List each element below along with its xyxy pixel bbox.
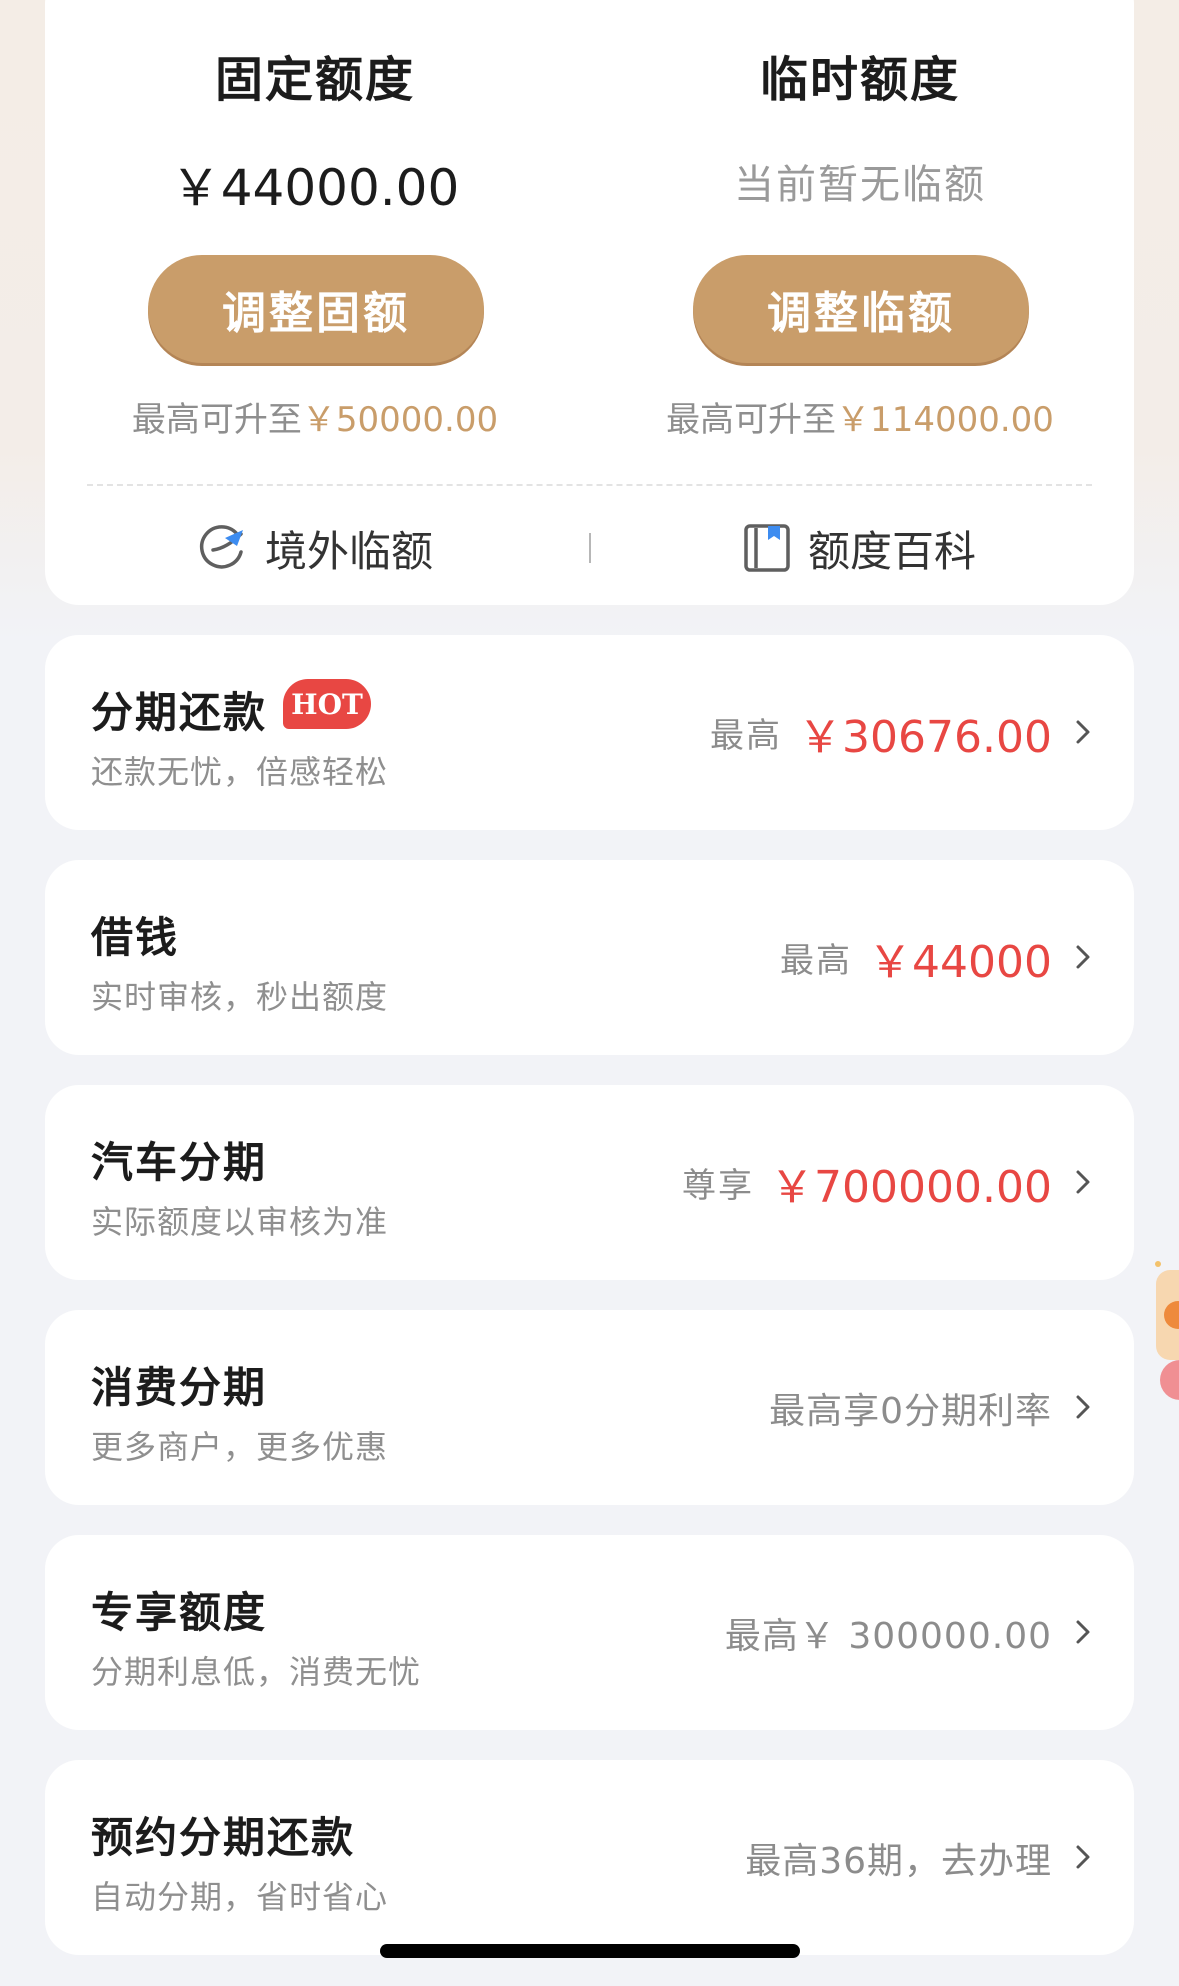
service-limit-value: 最高￥ 300000.00 [724,1615,1052,1657]
service-limit-prefix: 最高 [710,716,783,756]
service-title: 专享额度 [91,1588,268,1637]
service-item-exclusive-quota[interactable]: 专享额度 分期利息低，消费无忧 最高￥ 300000.00 [45,1535,1134,1730]
fixed-quota-max: 最高可升至￥50000.00 [45,392,585,441]
fixed-quota-title: 固定额度 [214,52,415,108]
service-limit: 最高 ￥30676.00 [710,635,1052,830]
service-subtitle: 实际额度以审核为准 [91,1203,389,1241]
service-title: 预约分期还款 [91,1813,356,1862]
chevron-right-icon [1076,1395,1090,1419]
service-limit-value: ￥700000.00 [770,1161,1052,1213]
service-title: 借钱 [91,913,180,962]
service-subtitle: 自动分期，省时省心 [91,1878,389,1916]
chevron-right-icon [1076,1170,1090,1194]
chevron-right-icon [1076,720,1090,744]
service-item-borrow[interactable]: 借钱 实时审核，秒出额度 最高 ￥44000 [45,860,1134,1055]
service-limit: 最高￥ 300000.00 [725,1535,1052,1730]
globe-plane-icon [197,522,249,574]
temp-quota-title: 临时额度 [759,52,960,108]
service-limit-value: ￥30676.00 [798,711,1052,763]
quota-encyclopedia-label: 额度百科 [808,526,977,576]
chevron-right-icon [1076,945,1090,969]
service-limit: 最高享0分期利率 [769,1310,1052,1505]
adjust-fixed-quota-button[interactable]: 调整固额 [148,255,484,363]
service-subtitle: 分期利息低，消费无忧 [91,1653,422,1691]
service-title: 分期还款 [91,688,268,737]
divider [87,484,1092,486]
fixed-quota-max-value: ￥50000.00 [301,400,499,440]
service-limit: 最高36期，去办理 [745,1760,1052,1955]
service-item-scheduled-installment[interactable]: 预约分期还款 自动分期，省时省心 最高36期，去办理 [45,1760,1134,1955]
service-limit-prefix: 最高 [780,941,853,981]
service-title: 汽车分期 [91,1138,268,1187]
chevron-right-icon [1076,1620,1090,1644]
hot-badge: HOT [283,679,371,729]
tool-separator [589,533,591,563]
temp-quota-max-value: ￥114000.00 [836,400,1054,440]
service-subtitle: 实时审核，秒出额度 [91,978,389,1016]
overseas-temp-quota-link[interactable]: 境外临额 [197,518,433,578]
quota-card: 固定额度 ￥44000.00 调整固额 最高可升至￥50000.00 临时额度 … [45,0,1134,605]
adjust-temp-quota-button[interactable]: 调整临额 [693,255,1029,363]
chevron-right-icon [1076,1845,1090,1869]
temp-quota-max: 最高可升至￥114000.00 [590,392,1130,441]
service-subtitle: 更多商户，更多优惠 [91,1428,389,1466]
service-limit-value: 最高享0分期利率 [769,1390,1052,1432]
temp-quota-status: 当前暂无临额 [734,162,986,208]
service-limit-value: 最高36期，去办理 [745,1840,1052,1882]
quota-encyclopedia-link[interactable]: 额度百科 [742,518,976,578]
service-item-car-installment[interactable]: 汽车分期 实际额度以审核为准 尊享 ￥700000.00 [45,1085,1134,1280]
book-icon [742,522,792,574]
service-item-consumer-installment[interactable]: 消费分期 更多商户，更多优惠 最高享0分期利率 [45,1310,1134,1505]
service-item-installment-repayment[interactable]: 分期还款 HOT 还款无忧，倍感轻松 最高 ￥30676.00 [45,635,1134,830]
temp-quota-max-prefix: 最高可升至 [666,400,837,440]
floating-promo-icon[interactable] [1152,1250,1179,1410]
overseas-temp-quota-label: 境外临额 [265,526,434,576]
home-indicator [380,1944,800,1958]
service-title: 消费分期 [91,1363,268,1412]
service-limit-value: ￥44000 [868,936,1052,988]
service-limit: 最高 ￥44000 [780,860,1052,1055]
fixed-quota-max-prefix: 最高可升至 [131,400,302,440]
service-limit-prefix: 尊享 [682,1166,755,1206]
fixed-quota-amount: ￥44000.00 [170,159,460,217]
service-subtitle: 还款无忧，倍感轻松 [91,753,389,791]
service-limit: 尊享 ￥700000.00 [682,1085,1052,1280]
